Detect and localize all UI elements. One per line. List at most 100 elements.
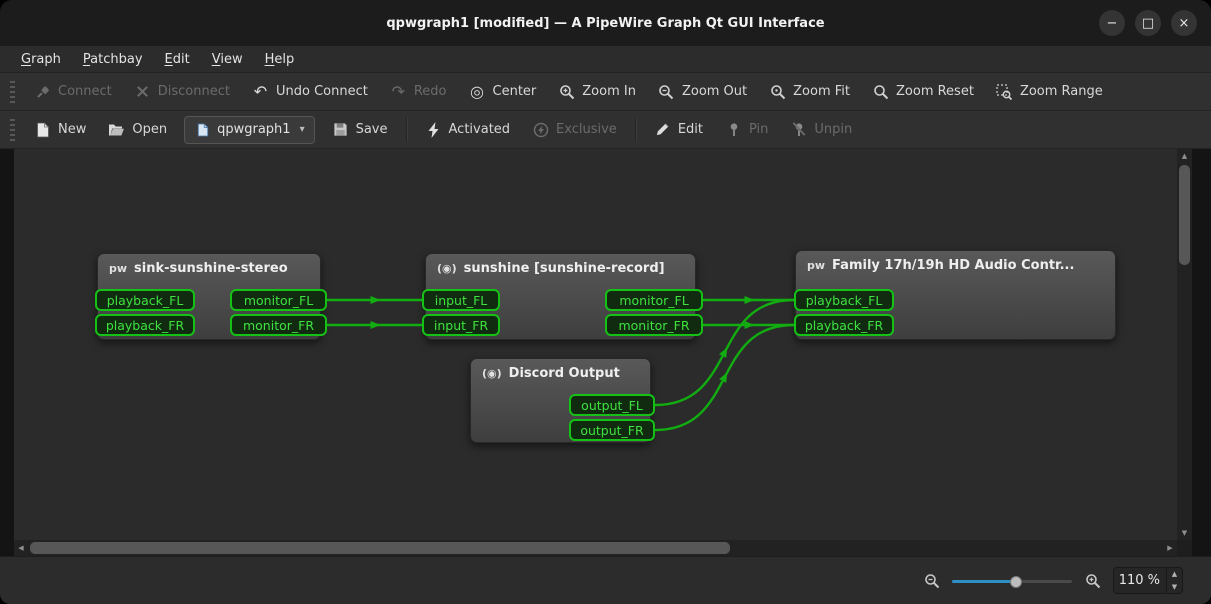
- menu-view[interactable]: View: [201, 46, 254, 72]
- edit-pencil-icon: [654, 121, 671, 138]
- redo-label: Redo: [414, 84, 447, 99]
- menu-graph[interactable]: Graph: [10, 46, 72, 72]
- close-icon: ×: [1179, 16, 1190, 31]
- menu-help[interactable]: Help: [254, 46, 306, 72]
- node-sunshine-record[interactable]: (◉) sunshine [sunshine-record] input_FL …: [425, 253, 696, 340]
- record-app-icon: (◉): [482, 367, 502, 380]
- activated-toggle[interactable]: Activated: [414, 115, 522, 145]
- port-monitor-fr[interactable]: monitor_FR: [605, 314, 703, 336]
- close-button[interactable]: ×: [1171, 10, 1197, 36]
- menu-help-label: Help: [265, 52, 295, 67]
- port-playback-fl[interactable]: playback_FL: [794, 289, 894, 311]
- zoom-slider-fill: [952, 580, 1016, 583]
- port-output-fr[interactable]: output_FR: [569, 419, 655, 441]
- wire-arrow: [719, 372, 727, 383]
- connection-wire[interactable]: [655, 325, 794, 430]
- open-button[interactable]: Open: [97, 115, 178, 145]
- connect-button[interactable]: Connect: [23, 77, 123, 107]
- zoom-value: 110 %: [1114, 568, 1166, 593]
- redo-button[interactable]: ↷ Redo: [379, 77, 458, 107]
- node-sink-sunshine-stereo[interactable]: pw sink-sunshine-stereo playback_FL play…: [97, 253, 321, 340]
- node-title: Discord Output: [509, 366, 620, 381]
- horizontal-scrollbar[interactable]: ◀ ▶: [14, 540, 1177, 556]
- zoom-range-button[interactable]: Zoom Range: [985, 77, 1114, 107]
- zoom-out-status-icon[interactable]: [923, 572, 940, 589]
- zoom-spin-arrows: ▲ ▼: [1166, 568, 1182, 593]
- disconnect-button[interactable]: Disconnect: [123, 77, 241, 107]
- graph-toolbar: Connect Disconnect ↶ Undo Connect ↷ Redo…: [0, 73, 1211, 111]
- zoom-reset-icon: [872, 83, 889, 100]
- edit-label: Edit: [678, 122, 703, 137]
- edit-button[interactable]: Edit: [643, 115, 714, 145]
- maximize-button[interactable]: □: [1135, 10, 1161, 36]
- undo-connect-button[interactable]: ↶ Undo Connect: [241, 77, 379, 107]
- activated-label: Activated: [449, 122, 511, 137]
- patchbay-file-value: qpwgraph1: [217, 122, 290, 137]
- port-monitor-fl[interactable]: monitor_FL: [605, 289, 703, 311]
- zoom-spinbox[interactable]: 110 % ▲ ▼: [1113, 567, 1183, 594]
- status-bar: 110 % ▲ ▼: [0, 556, 1211, 604]
- port-label: playback_FR: [805, 318, 883, 333]
- menu-edit[interactable]: Edit: [154, 46, 201, 72]
- graph-canvas[interactable]: pw sink-sunshine-stereo playback_FL play…: [14, 149, 1177, 540]
- pin-button[interactable]: Pin: [714, 115, 779, 145]
- spin-down-icon[interactable]: ▼: [1167, 581, 1182, 594]
- toolbar-drag-handle[interactable]: [10, 119, 15, 141]
- open-label: Open: [132, 122, 167, 137]
- node-header[interactable]: pw Family 17h/19h HD Audio Contr...: [796, 251, 1115, 273]
- port-monitor-fl[interactable]: monitor_FL: [230, 289, 327, 311]
- pin-label: Pin: [749, 122, 768, 137]
- patchbay-file-icon: [194, 121, 211, 138]
- vertical-scrollbar[interactable]: ▲ ▼: [1177, 149, 1192, 540]
- exclusive-toggle[interactable]: Exclusive: [521, 115, 628, 145]
- zoom-fit-button[interactable]: Zoom Fit: [758, 77, 861, 107]
- minimize-button[interactable]: −: [1099, 10, 1125, 36]
- title-bar[interactable]: qpwgraph1 [modified] — A PipeWire Graph …: [0, 0, 1211, 46]
- scroll-down-icon[interactable]: ▼: [1177, 526, 1192, 540]
- zoom-in-button[interactable]: Zoom In: [547, 77, 647, 107]
- zoom-out-button[interactable]: Zoom Out: [647, 77, 758, 107]
- scroll-right-icon[interactable]: ▶: [1163, 540, 1177, 556]
- scroll-left-icon[interactable]: ◀: [14, 540, 28, 556]
- port-playback-fr[interactable]: playback_FR: [794, 314, 894, 336]
- port-label: playback_FL: [806, 293, 883, 308]
- zoom-range-label: Zoom Range: [1020, 84, 1103, 99]
- new-button[interactable]: New: [23, 115, 97, 145]
- vertical-scrollbar-thumb[interactable]: [1179, 165, 1190, 265]
- node-family-hd-audio[interactable]: pw Family 17h/19h HD Audio Contr... play…: [795, 250, 1116, 340]
- node-header[interactable]: (◉) Discord Output: [471, 359, 650, 381]
- port-monitor-fr[interactable]: monitor_FR: [230, 314, 327, 336]
- save-icon: [332, 121, 349, 138]
- zoom-reset-button[interactable]: Zoom Reset: [861, 77, 985, 107]
- patchbay-file-combobox[interactable]: qpwgraph1 ▾: [184, 116, 315, 144]
- unpin-button[interactable]: Unpin: [779, 115, 863, 145]
- center-button[interactable]: ◎ Center: [458, 77, 548, 107]
- port-label: playback_FR: [106, 318, 184, 333]
- zoom-range-icon: [996, 83, 1013, 100]
- port-output-fl[interactable]: output_FL: [569, 394, 655, 416]
- zoom-slider-handle[interactable]: [1010, 576, 1022, 588]
- port-label: playback_FL: [107, 293, 184, 308]
- port-playback-fr[interactable]: playback_FR: [95, 314, 195, 336]
- node-title: sink-sunshine-stereo: [134, 261, 288, 276]
- graph-area: pw sink-sunshine-stereo playback_FL play…: [0, 149, 1211, 556]
- node-header[interactable]: pw sink-sunshine-stereo: [98, 254, 320, 276]
- wire-arrow: [371, 296, 381, 304]
- menu-patchbay[interactable]: Patchbay: [72, 46, 154, 72]
- horizontal-scrollbar-thumb[interactable]: [30, 542, 730, 554]
- save-button[interactable]: Save: [321, 115, 399, 145]
- port-input-fr[interactable]: input_FR: [422, 314, 500, 336]
- zoom-fit-icon: [769, 83, 786, 100]
- port-input-fl[interactable]: input_FL: [422, 289, 500, 311]
- toolbar-drag-handle[interactable]: [10, 81, 15, 103]
- zoom-in-label: Zoom In: [582, 84, 636, 99]
- zoom-slider[interactable]: [952, 574, 1072, 588]
- zoom-in-icon: [558, 83, 575, 100]
- port-playback-fl[interactable]: playback_FL: [95, 289, 195, 311]
- node-header[interactable]: (◉) sunshine [sunshine-record]: [426, 254, 695, 276]
- spin-up-icon[interactable]: ▲: [1167, 568, 1182, 581]
- scroll-up-icon[interactable]: ▲: [1177, 149, 1192, 163]
- zoom-in-status-icon[interactable]: [1084, 572, 1101, 589]
- unpin-icon: [790, 121, 807, 138]
- node-discord-output[interactable]: (◉) Discord Output output_FL output_FR: [470, 358, 651, 443]
